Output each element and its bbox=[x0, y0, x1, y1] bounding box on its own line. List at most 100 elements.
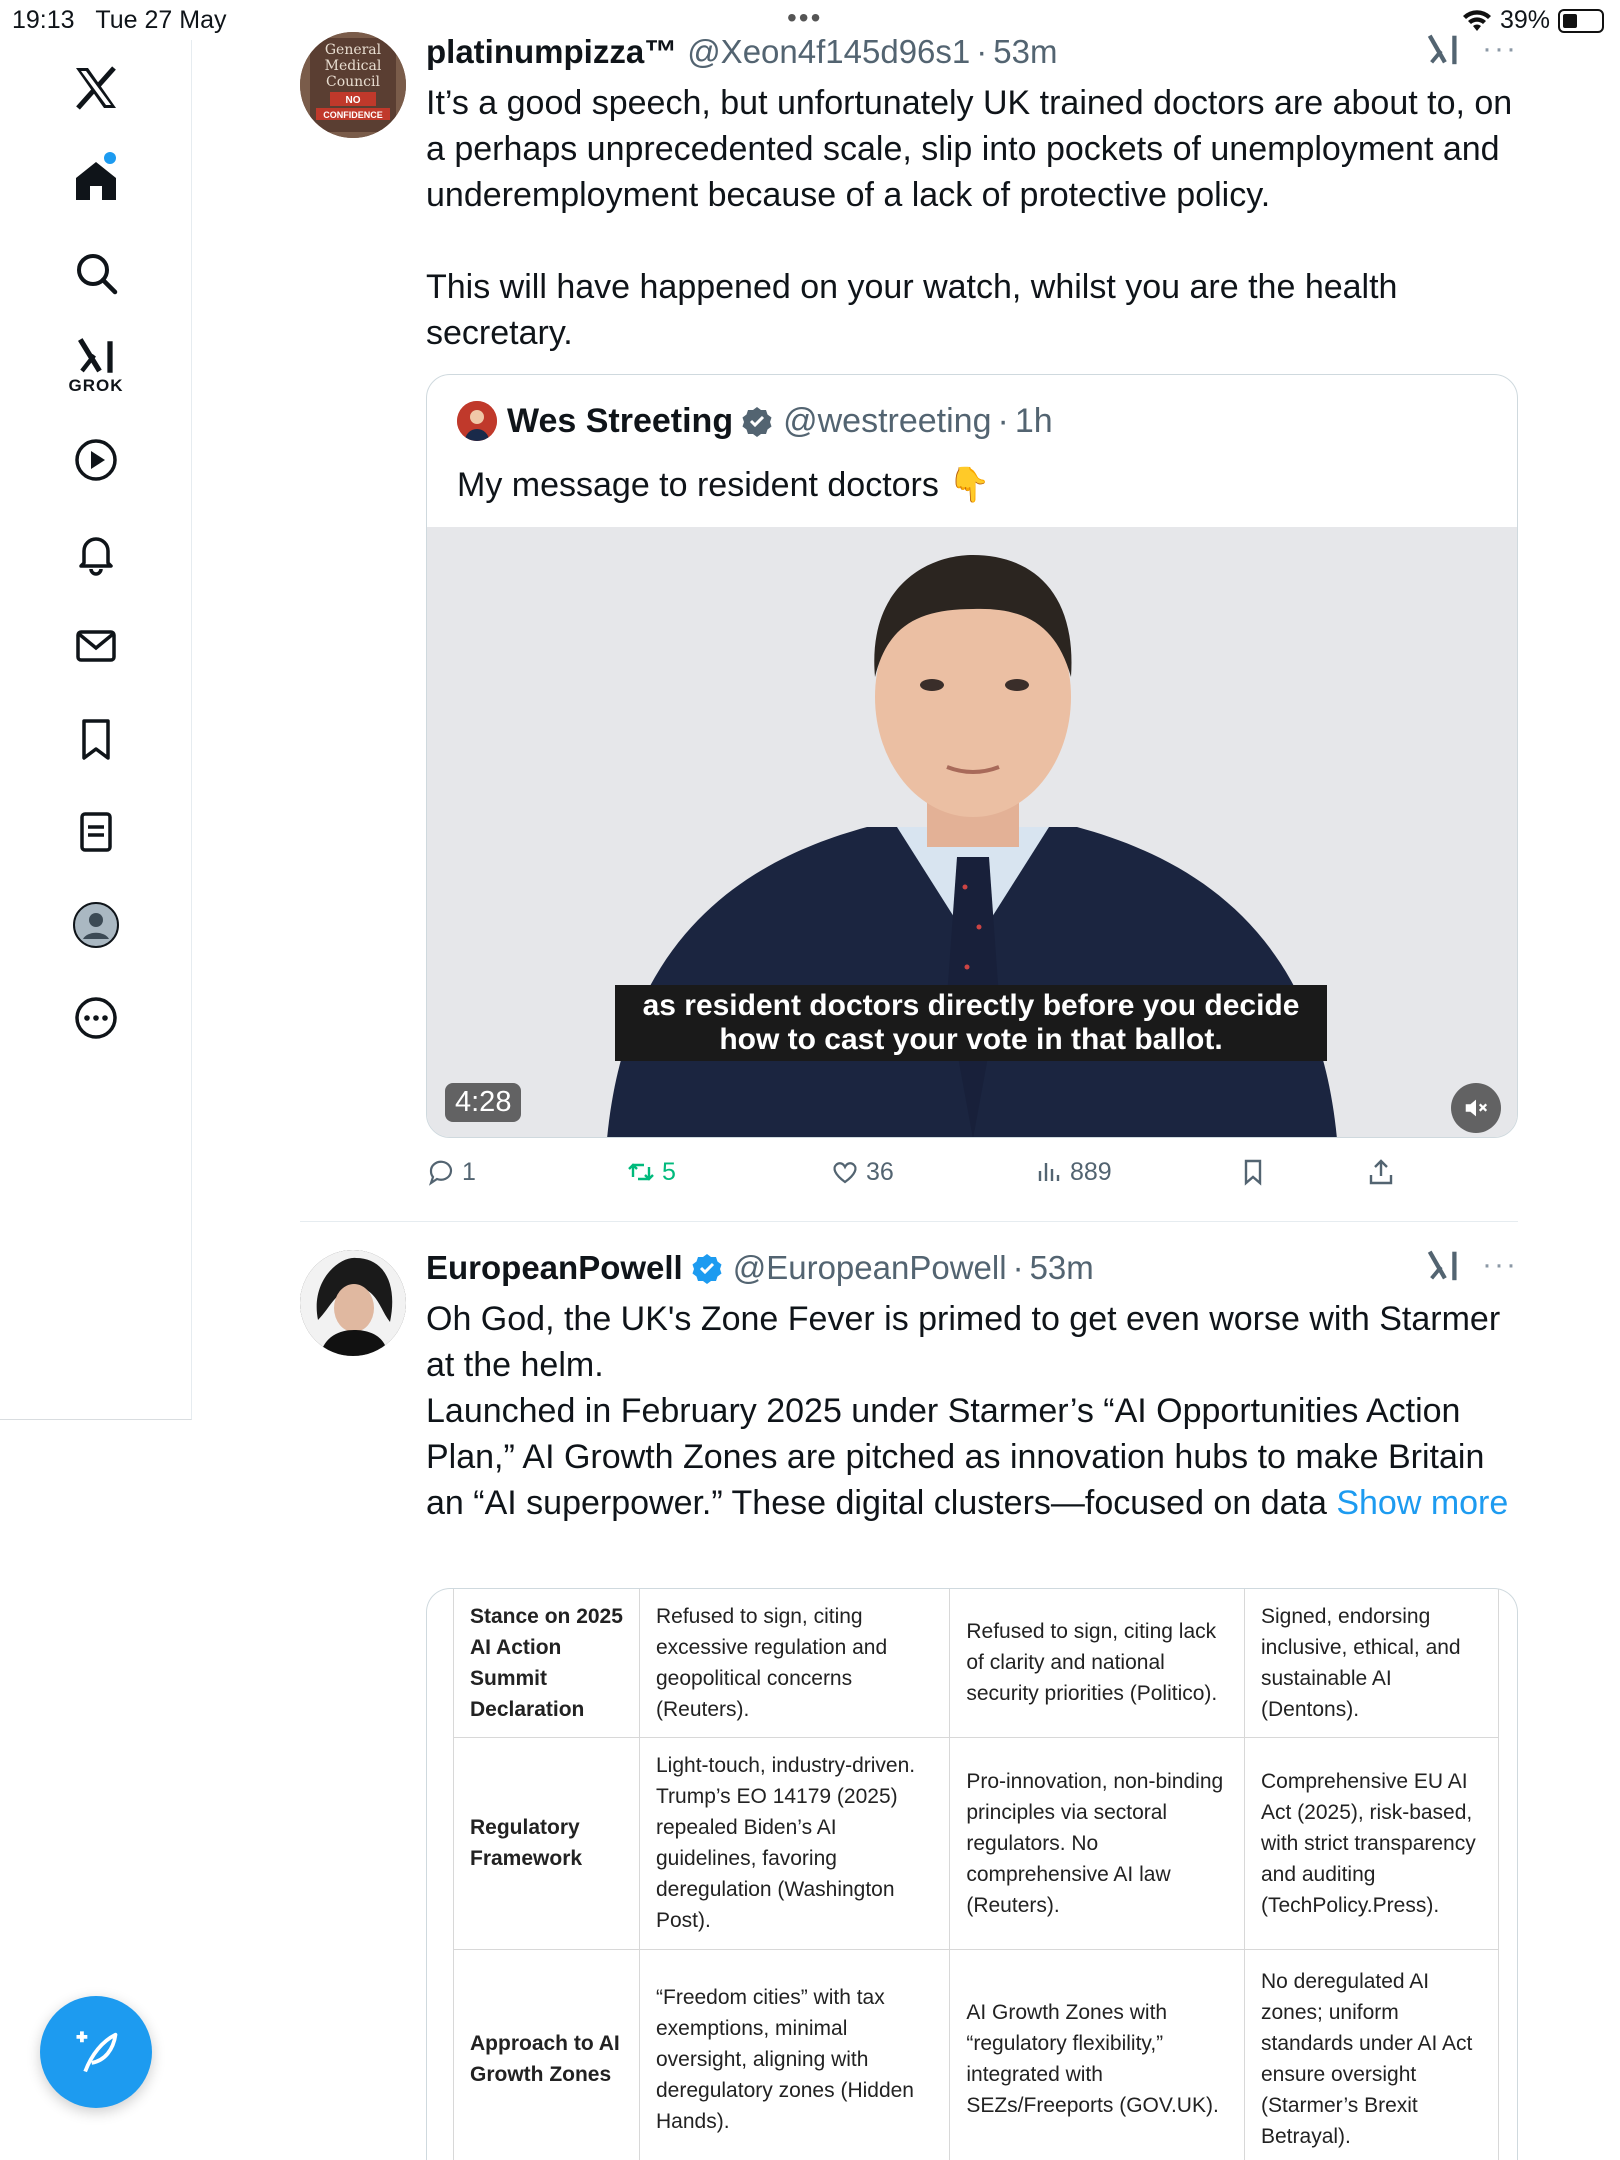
bell-icon bbox=[79, 537, 113, 576]
quote-time[interactable]: 1h bbox=[1015, 402, 1053, 441]
sidebar-item-messages[interactable] bbox=[56, 606, 136, 686]
separator-dot: · bbox=[976, 33, 988, 70]
post-more-icon[interactable]: ··· bbox=[1482, 1248, 1518, 1282]
post-time[interactable]: 53m bbox=[993, 33, 1057, 71]
quote-author-handle[interactable]: @westreeting bbox=[783, 402, 991, 441]
author-name[interactable]: platinumpizza™ bbox=[426, 33, 677, 71]
separator-dot: · bbox=[997, 401, 1009, 440]
svg-text:General: General bbox=[325, 42, 382, 58]
sidebar-item-bookmarks[interactable] bbox=[56, 699, 136, 779]
row-label: Approach to AI Growth Zones bbox=[453, 1948, 640, 2160]
post-header-actions: ··· bbox=[1424, 1246, 1518, 1284]
bookmark-button[interactable] bbox=[1238, 1157, 1268, 1187]
grok-explain-icon[interactable] bbox=[1424, 1246, 1462, 1284]
post-divider bbox=[300, 1221, 1518, 1222]
table-cell: AI Growth Zones with “regulatory flexibi… bbox=[949, 1948, 1245, 2160]
verified-badge-icon bbox=[742, 407, 772, 437]
sidebar: GROK bbox=[0, 40, 192, 1420]
mute-button[interactable] bbox=[1451, 1083, 1501, 1133]
table-cell: Pro-innovation, non-binding principles v… bbox=[949, 1736, 1245, 1950]
table-cell: No deregulated AI zones; uniform standar… bbox=[1244, 1948, 1499, 2160]
repost-button[interactable]: 5 bbox=[626, 1157, 676, 1187]
views-button[interactable]: 889 bbox=[1034, 1157, 1112, 1187]
svg-text:Medical: Medical bbox=[325, 58, 382, 74]
post-text: Oh God, the UK's Zone Fever is primed to… bbox=[426, 1296, 1518, 1526]
video-player[interactable]: as resident doctors directly before you … bbox=[427, 527, 1517, 1137]
table-cell: Signed, endorsing inclusive, ethical, an… bbox=[1244, 1589, 1499, 1738]
author-handle[interactable]: @Xeon4f145d96s1 bbox=[687, 33, 970, 71]
views-chart-icon bbox=[1038, 1163, 1060, 1181]
quote-author-name[interactable]: Wes Streeting bbox=[507, 402, 733, 441]
bookmark-icon bbox=[1244, 1159, 1262, 1186]
show-more-link[interactable]: Show more bbox=[1336, 1484, 1508, 1522]
post-body: platinumpizza™ @Xeon4f145d96s1 · 53m ···… bbox=[426, 30, 1518, 1186]
video-play-icon bbox=[75, 439, 117, 481]
table-cell: Refused to sign, citing excessive regula… bbox=[638, 1589, 951, 1738]
sidebar-item-lists[interactable] bbox=[56, 792, 136, 872]
sidebar-item-profile[interactable] bbox=[56, 885, 136, 965]
reply-count: 1 bbox=[462, 1157, 476, 1186]
svg-text:CONFIDENCE: CONFIDENCE bbox=[323, 110, 383, 120]
compose-feather-icon bbox=[76, 2031, 118, 2073]
post-image-table[interactable]: Stance on 2025 AI Action Summit Declarat… bbox=[426, 1588, 1518, 2160]
author-handle[interactable]: @EuropeanPowell bbox=[733, 1249, 1007, 1287]
video-duration: 4:28 bbox=[445, 1083, 522, 1122]
avatar[interactable]: General Medical Council NO CONFIDENCE bbox=[300, 32, 406, 138]
view-count: 889 bbox=[1070, 1157, 1112, 1186]
table-row: Stance on 2025 AI Action Summit Declarat… bbox=[453, 1589, 1499, 1738]
grok-icon bbox=[78, 338, 113, 373]
avatar-gmc-sign-image: General Medical Council NO CONFIDENCE bbox=[300, 32, 406, 138]
repost-icon bbox=[628, 1163, 654, 1181]
post-time[interactable]: 53m bbox=[1030, 1249, 1094, 1287]
grok-explain-icon[interactable] bbox=[1424, 30, 1462, 68]
sidebar-item-search[interactable] bbox=[56, 233, 136, 313]
row-label: Stance on 2025 AI Action Summit Declarat… bbox=[453, 1589, 640, 1738]
sidebar-item-home[interactable] bbox=[56, 140, 136, 220]
post-body: EuropeanPowell @EuropeanPowell · 53m ···… bbox=[426, 1246, 1518, 2160]
profile-avatar-icon bbox=[73, 902, 119, 948]
table-cell: Comprehensive EU AI Act (2025), risk-bas… bbox=[1244, 1736, 1499, 1950]
x-logo[interactable] bbox=[56, 48, 136, 128]
more-circle-icon bbox=[75, 997, 117, 1039]
table-cell: Refused to sign, citing lack of clarity … bbox=[949, 1589, 1245, 1738]
share-icon bbox=[1369, 1159, 1393, 1185]
quote-avatar[interactable] bbox=[457, 401, 497, 441]
separator-dot: · bbox=[1012, 1249, 1024, 1286]
post-header: EuropeanPowell @EuropeanPowell · 53m ··· bbox=[426, 1246, 1518, 1290]
lists-icon bbox=[80, 812, 112, 852]
compose-post-button[interactable] bbox=[40, 1996, 152, 2108]
svg-text:NO: NO bbox=[346, 95, 361, 106]
share-button[interactable] bbox=[1366, 1157, 1396, 1187]
avatar[interactable] bbox=[300, 1250, 406, 1356]
bookmark-icon bbox=[82, 719, 110, 760]
avatar-portrait-image bbox=[300, 1250, 406, 1356]
post-more-icon[interactable]: ··· bbox=[1482, 32, 1518, 66]
quote-avatar-image bbox=[457, 401, 497, 441]
search-icon bbox=[77, 254, 118, 295]
table-row: Approach to AI Growth Zones “Freedom cit… bbox=[453, 1948, 1499, 2160]
reply-button[interactable]: 1 bbox=[426, 1157, 476, 1187]
sidebar-item-grok[interactable]: GROK bbox=[56, 326, 136, 406]
quote-card[interactable]: Wes Streeting @westreeting · 1h My messa… bbox=[426, 374, 1518, 1138]
reply-icon bbox=[428, 1160, 453, 1186]
sidebar-item-video[interactable] bbox=[56, 420, 136, 500]
heart-icon bbox=[833, 1162, 857, 1184]
table-cell: “Freedom cities” with tax exemptions, mi… bbox=[638, 1948, 951, 2160]
speaker-muted-icon bbox=[1465, 1099, 1488, 1117]
table-row: Regulatory Framework Light-touch, indust… bbox=[453, 1736, 1499, 1950]
verified-badge-icon bbox=[692, 1254, 722, 1284]
row-label: Regulatory Framework bbox=[453, 1736, 640, 1950]
table-cell: Light-touch, industry-driven. Trump’s EO… bbox=[638, 1736, 951, 1950]
sidebar-item-notifications[interactable] bbox=[56, 513, 136, 593]
x-logo-icon bbox=[76, 66, 116, 110]
mail-icon bbox=[76, 630, 116, 662]
notification-dot bbox=[104, 152, 116, 164]
author-name[interactable]: EuropeanPowell bbox=[426, 1249, 683, 1287]
svg-text:Council: Council bbox=[326, 74, 380, 90]
video-caption: as resident doctors directly before you … bbox=[615, 985, 1327, 1061]
sidebar-item-more[interactable] bbox=[56, 978, 136, 1058]
like-button[interactable]: 36 bbox=[830, 1157, 894, 1187]
post-header-actions: ··· bbox=[1424, 30, 1518, 68]
post-text: It’s a good speech, but unfortunately UK… bbox=[426, 84, 1513, 352]
post-action-bar: 1 5 36 889 bbox=[426, 1157, 1518, 1197]
